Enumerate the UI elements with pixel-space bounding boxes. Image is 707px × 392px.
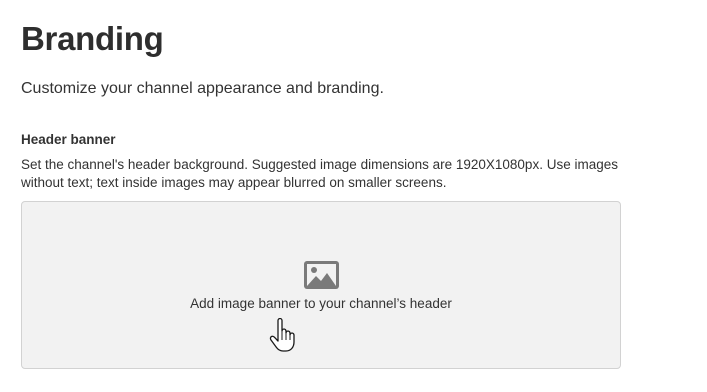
branding-page: Branding Customize your channel appearan… [0,0,707,392]
image-icon [304,261,339,289]
page-title: Branding [21,20,164,57]
page-subtitle: Customize your channel appearance and br… [21,80,384,97]
header-banner-upload-dropzone[interactable]: Add image banner to your channel’s heade… [21,201,621,369]
header-banner-description: Set the channel's header background. Sug… [21,157,618,190]
dropzone-label: Add image banner to your channel’s heade… [190,296,452,311]
header-banner-label: Header banner [21,132,116,147]
